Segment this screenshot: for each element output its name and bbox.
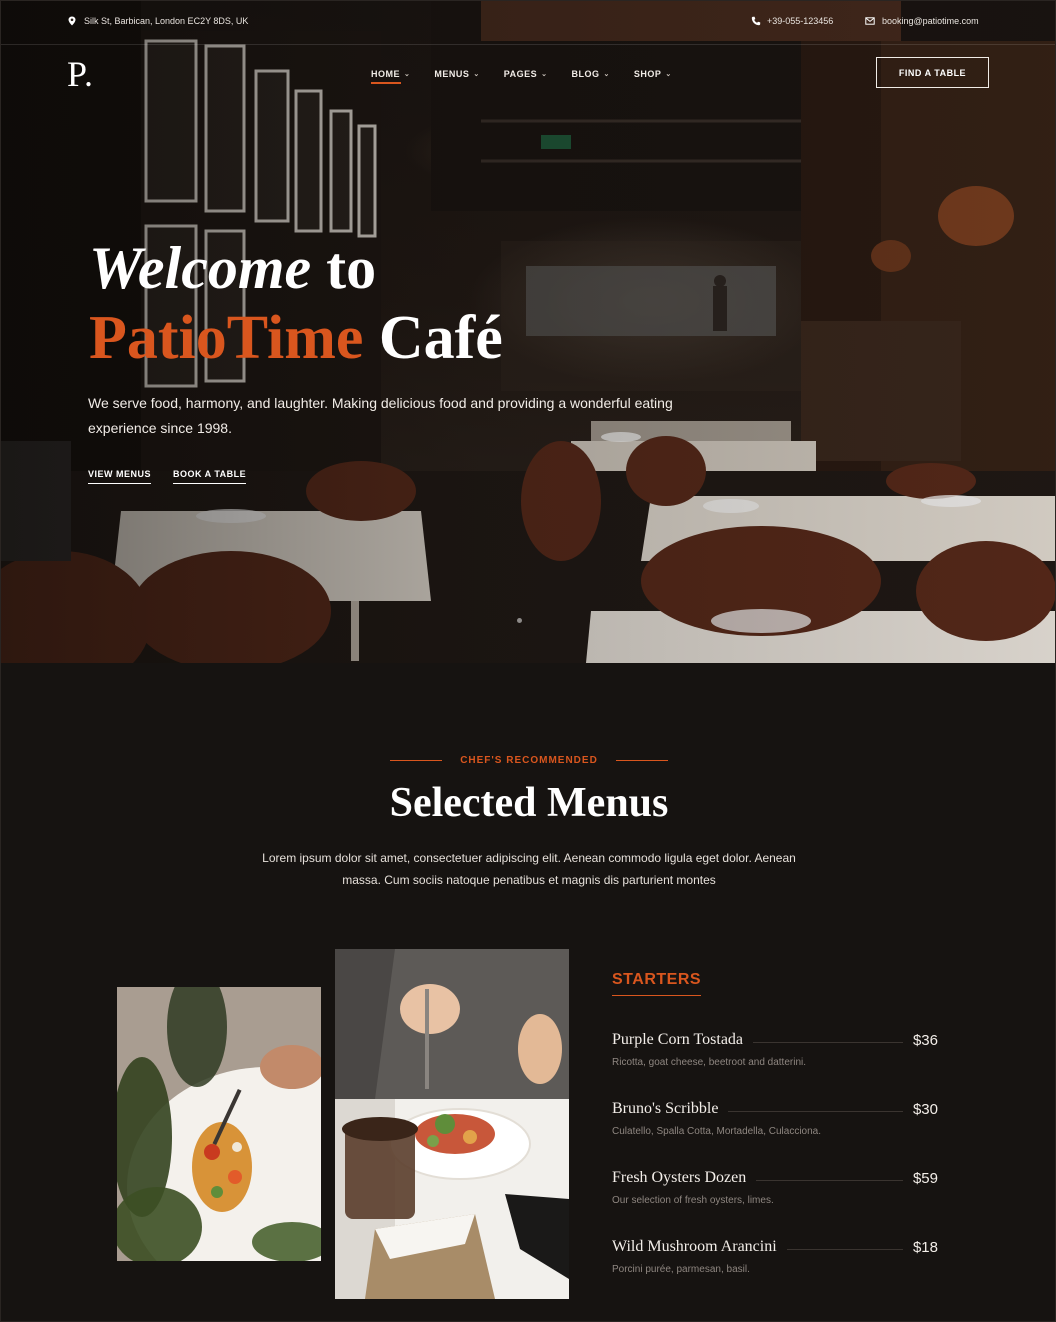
hero-title-cafe: Café [378,304,503,372]
section-title: Selected Menus [389,780,669,826]
hero-title-welcome: Welcome [89,235,312,301]
menu-item-description: Culatello, Spalla Cotta, Mortadella, Cul… [612,1126,821,1137]
hero-title-brand: PatioTime [89,304,364,372]
phone-icon [751,16,761,26]
map-pin-icon [68,16,76,26]
dish-image [117,987,321,1261]
menu-item-description: Our selection of fresh oysters, limes. [612,1195,774,1206]
nav-item-label: HOME [371,69,400,79]
view-menus-link[interactable]: VIEW MENUS [88,469,152,484]
address-info: Silk St, Barbican, London EC2Y 8DS, UK [67,16,248,26]
nav-item-pages[interactable]: PAGES ⌄ [504,67,548,81]
menu-item[interactable]: Wild Mushroom Arancini $18 Porcini purée… [612,1236,938,1286]
menu-item-name: Purple Corn Tostada [612,1031,744,1048]
chevron-down-icon: ⌄ [665,71,672,78]
eyebrow-text: CHEF'S RECOMMENDED [460,755,598,766]
top-info-bar: Silk St, Barbican, London EC2Y 8DS, UK +… [1,1,1055,45]
nav-item-home[interactable]: HOME ⌄ [371,67,411,84]
main-nav: HOME ⌄ MENUS ⌄ PAGES ⌄ BLOG ⌄ SHOP ⌄ [371,67,696,84]
nav-item-label: PAGES [503,69,538,79]
menu-item-row: Purple Corn Tostada $36 [612,1029,938,1051]
menu-item-price: $36 [912,1031,938,1049]
hero-title-to: to [326,235,377,301]
section-description: Lorem ipsum dolor sit amet, consectetuer… [262,851,796,887]
hero-links: VIEW MENUS BOOK A TABLE [88,469,247,484]
phone-info[interactable]: +39-055-123456 [751,16,833,26]
book-table-link[interactable]: BOOK A TABLE [173,469,247,484]
site-logo[interactable]: P. [67,53,94,95]
dotted-leader [728,1110,903,1112]
slider-dot[interactable] [517,618,522,623]
menu-item-name: Fresh Oysters Dozen [612,1169,747,1186]
menu-item-description: Ricotta, goat cheese, beetroot and datte… [612,1057,807,1068]
hero-description: We serve food, harmony, and laughter. Ma… [88,395,673,436]
nav-item-label: BLOG [571,69,600,79]
menu-item-row: Wild Mushroom Arancini $18 [612,1236,938,1258]
menu-item-price: $18 [912,1238,938,1256]
nav-item-menus[interactable]: MENUS ⌄ [434,67,479,81]
chevron-down-icon: ⌄ [473,71,480,78]
hero-section: Silk St, Barbican, London EC2Y 8DS, UK +… [1,1,1055,663]
starters-heading: STARTERS [612,971,702,996]
eyebrow-divider [615,760,668,761]
nav-item-shop[interactable]: SHOP ⌄ [634,67,672,81]
dotted-leader [753,1041,903,1043]
menu-item[interactable]: Fresh Oysters Dozen $59 Our selection of… [612,1167,938,1217]
hero-title-line-2: PatioTime Café [89,303,503,373]
menu-item-name: Wild Mushroom Arancini [612,1238,777,1255]
menu-item-row: Fresh Oysters Dozen $59 [612,1167,938,1189]
dotted-leader [786,1248,903,1250]
dotted-leader [756,1179,903,1181]
dish-photo-1 [117,987,321,1261]
chevron-down-icon: ⌄ [541,71,548,78]
address-text: Silk St, Barbican, London EC2Y 8DS, UK [84,16,249,26]
nav-item-label: MENUS [434,69,470,79]
dish-image [335,949,569,1299]
chevron-down-icon: ⌄ [404,71,411,78]
menu-item-price: $59 [912,1169,938,1187]
page: Silk St, Barbican, London EC2Y 8DS, UK +… [0,0,1056,1322]
nav-item-label: SHOP [633,69,662,79]
envelope-icon [865,17,875,25]
find-table-button[interactable]: FIND A TABLE [876,57,989,88]
eyebrow-divider [390,760,443,761]
menu-item-name: Bruno's Scribble [612,1100,719,1117]
menu-item-description: Porcini purée, parmesan, basil. [612,1264,750,1275]
menu-item-row: Bruno's Scribble $30 [612,1098,938,1120]
hero-title: Welcome to PatioTime Café [89,233,503,373]
chevron-down-icon: ⌄ [603,71,610,78]
email-info[interactable]: booking@patiotime.com [865,16,979,26]
hero-title-line-1: Welcome to [89,233,503,303]
phone-text[interactable]: +39-055-123456 [767,16,833,26]
menu-item[interactable]: Purple Corn Tostada $36 Ricotta, goat ch… [612,1029,938,1079]
menu-item-price: $30 [912,1100,938,1118]
menu-item[interactable]: Bruno's Scribble $30 Culatello, Spalla C… [612,1098,938,1148]
section-eyebrow: CHEF'S RECOMMENDED [1,755,1055,766]
nav-item-blog[interactable]: BLOG ⌄ [571,67,609,81]
email-text[interactable]: booking@patiotime.com [882,16,979,26]
dish-photo-2 [335,949,569,1299]
